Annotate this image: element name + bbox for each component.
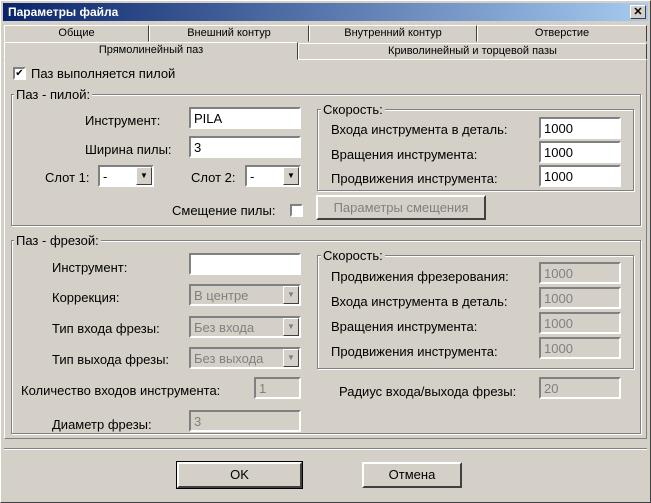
chevron-down-icon[interactable]: ▼ xyxy=(136,167,152,185)
bottom-separator xyxy=(4,448,647,450)
saw-tool-input[interactable]: PILA xyxy=(189,107,301,129)
radius-label: Радиус входа/выхода фрезы: xyxy=(339,384,517,399)
tab-hole[interactable]: Отверстие xyxy=(477,25,647,42)
slot1-value: - xyxy=(103,169,108,184)
title-bar[interactable]: Параметры файла ✕ xyxy=(3,3,648,21)
entry-type-label: Тип входа фрезы: xyxy=(52,321,160,336)
saw-feed-speed-label: Продвижения инструмента: xyxy=(331,171,498,186)
chevron-down-icon[interactable]: ▼ xyxy=(283,349,299,367)
saw-tool-label: Инструмент: xyxy=(85,113,161,128)
mill-rotation-speed-input[interactable]: 1000 xyxy=(539,312,621,334)
slot1-select[interactable]: - ▼ xyxy=(98,165,154,187)
saw-width-input[interactable]: 3 xyxy=(189,136,301,158)
entry-type-select[interactable]: Без входа ▼ xyxy=(189,316,301,338)
close-button[interactable]: ✕ xyxy=(630,5,646,19)
correction-select[interactable]: В центре ▼ xyxy=(189,284,301,306)
mill-entry-speed-label: Входа инструмента в деталь: xyxy=(331,294,508,309)
saw-offset-label: Смещение пилы: xyxy=(172,203,276,218)
mill-feed-speed-input[interactable]: 1000 xyxy=(539,337,621,359)
correction-label: Коррекция: xyxy=(52,290,120,305)
cancel-button[interactable]: Отмена xyxy=(362,462,462,488)
exit-type-label: Тип выхода фрезы: xyxy=(52,352,170,367)
mill-speed-title: Скорость: xyxy=(321,248,385,263)
entries-count-label: Количество входов инструмента: xyxy=(21,383,221,398)
mill-feed-speed-label: Продвижения инструмента: xyxy=(331,344,498,359)
exit-type-select[interactable]: Без выхода ▼ xyxy=(189,347,301,369)
chevron-down-icon[interactable]: ▼ xyxy=(283,318,299,336)
diameter-label: Диаметр фрезы: xyxy=(52,417,152,432)
correction-value: В центре xyxy=(194,288,249,303)
saw-checkbox[interactable]: ✔ xyxy=(13,67,26,80)
dialog-window: Параметры файла ✕ Общие Внешний контур В… xyxy=(0,0,651,503)
radius-input[interactable]: 20 xyxy=(539,377,621,399)
milling-feed-input[interactable]: 1000 xyxy=(539,262,621,284)
saw-rotation-speed-input[interactable]: 1000 xyxy=(539,141,621,163)
ok-button[interactable]: OK xyxy=(176,461,303,489)
saw-group-title: Паз - пилой: xyxy=(14,87,93,102)
diameter-input[interactable]: 3 xyxy=(189,410,301,432)
tab-outer-contour[interactable]: Внешний контур xyxy=(149,25,309,42)
exit-type-value: Без выхода xyxy=(194,351,264,366)
chevron-down-icon[interactable]: ▼ xyxy=(283,286,299,304)
saw-feed-speed-input[interactable]: 1000 xyxy=(539,165,621,187)
mill-tool-input[interactable] xyxy=(189,253,301,275)
saw-offset-checkbox[interactable] xyxy=(290,204,303,217)
milling-feed-label: Продвижения фрезерования: xyxy=(331,269,509,284)
chevron-down-icon[interactable]: ▼ xyxy=(283,167,299,185)
mill-rotation-speed-label: Вращения инструмента: xyxy=(331,319,478,334)
saw-entry-speed-label: Входа инструмента в деталь: xyxy=(331,122,508,137)
tab-panel: ✔ Паз выполняется пилой Паз - пилой: Инс… xyxy=(4,59,647,439)
slot2-label: Слот 2: xyxy=(191,170,236,185)
saw-rotation-speed-label: Вращения инструмента: xyxy=(331,147,478,162)
saw-width-label: Ширина пилы: xyxy=(85,142,172,157)
entry-type-value: Без входа xyxy=(194,320,255,335)
slot2-select[interactable]: - ▼ xyxy=(245,165,301,187)
slot1-label: Слот 1: xyxy=(45,170,90,185)
tab-inner-contour[interactable]: Внутренний контур xyxy=(309,25,477,42)
mill-entry-speed-input[interactable]: 1000 xyxy=(539,287,621,309)
tab-straight-groove[interactable]: Прямолинейный паз xyxy=(4,42,298,60)
window-title: Параметры файла xyxy=(8,5,119,19)
entries-count-input[interactable]: 1 xyxy=(254,377,301,399)
saw-speed-title: Скорость: xyxy=(321,102,385,117)
tab-general[interactable]: Общие xyxy=(4,25,149,42)
tab-curved-groove[interactable]: Криволинейный и торцевой пазы xyxy=(298,43,647,60)
offset-params-button[interactable]: Параметры смещения xyxy=(316,195,486,220)
saw-entry-speed-input[interactable]: 1000 xyxy=(539,117,621,139)
mill-group-title: Паз - фрезой: xyxy=(14,233,101,248)
mill-tool-label: Инструмент: xyxy=(52,260,128,275)
slot2-value: - xyxy=(250,169,255,184)
saw-checkbox-label: Паз выполняется пилой xyxy=(31,66,176,81)
